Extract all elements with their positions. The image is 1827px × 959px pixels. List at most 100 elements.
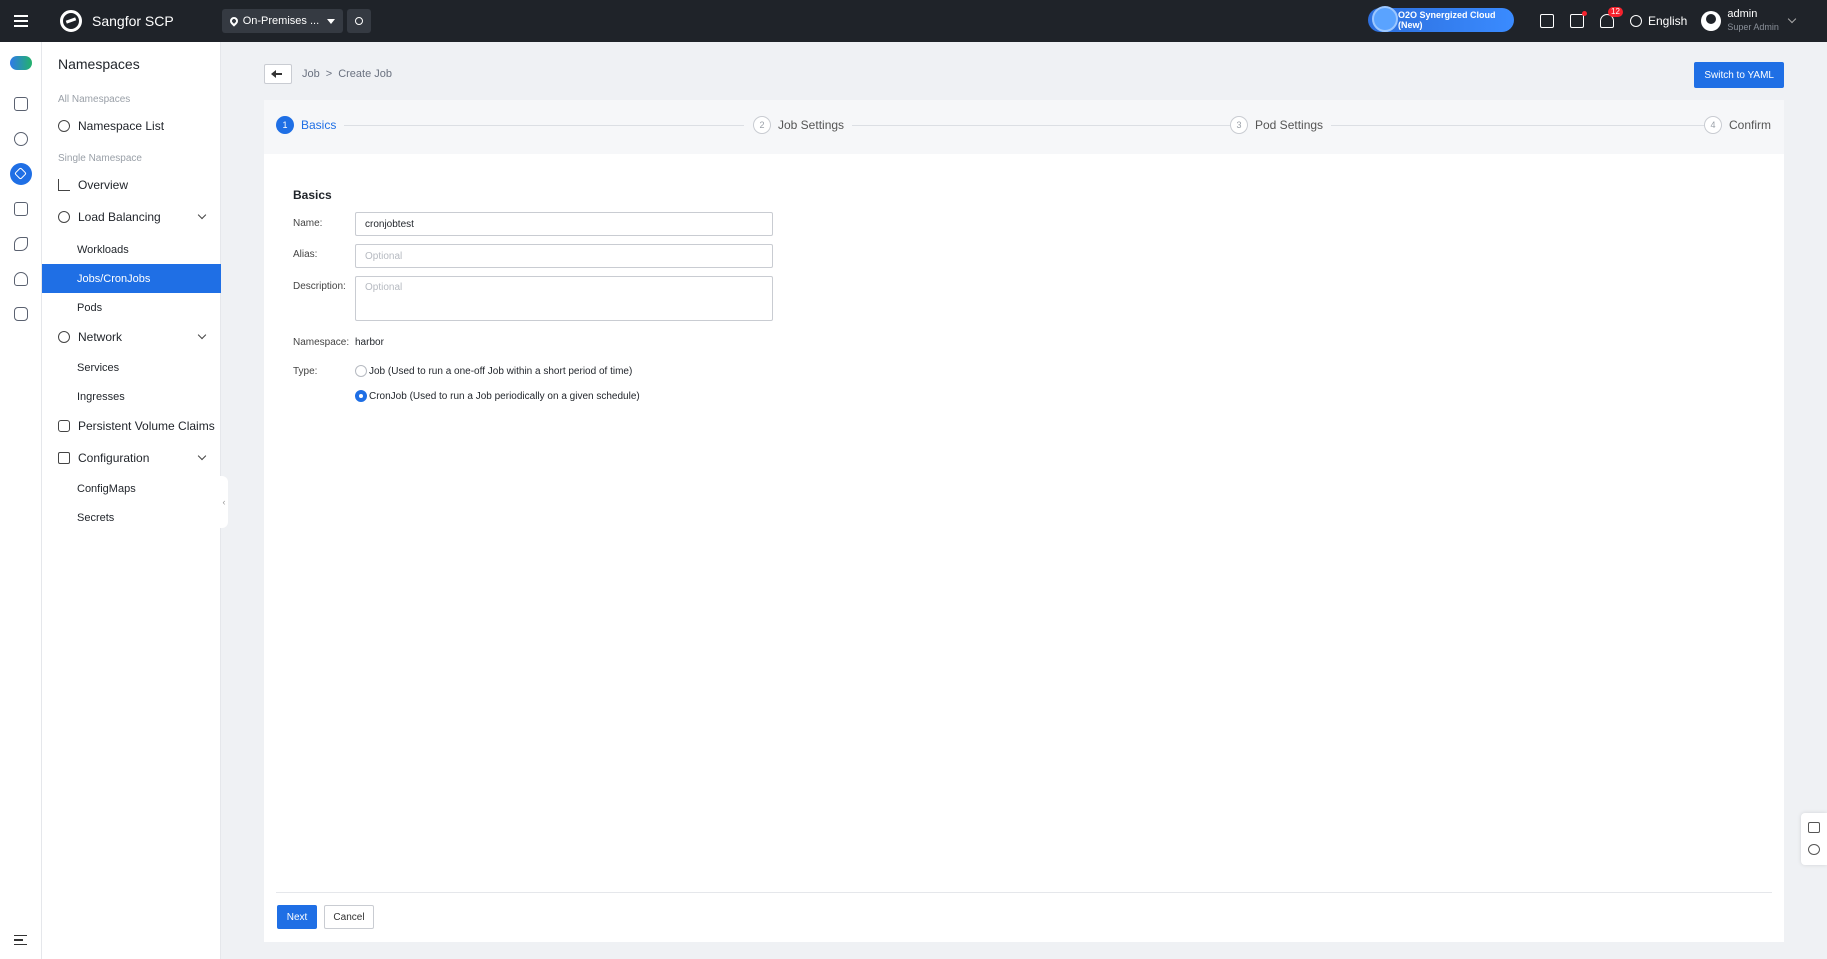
sidebar-item-label: Network (78, 330, 123, 344)
type-option-cronjob[interactable]: CronJob (Used to run a Job periodically … (355, 390, 640, 402)
o2o-promo-button[interactable]: O2O Synergized Cloud (New) (1368, 6, 1514, 32)
user-icon[interactable] (14, 272, 28, 286)
step-confirm: 4 Confirm (1704, 116, 1780, 134)
step-connector (344, 125, 744, 126)
menu-icon[interactable] (0, 0, 42, 42)
language-label: English (1648, 14, 1688, 28)
language-select[interactable]: English (1630, 14, 1687, 28)
document-icon[interactable] (1808, 822, 1820, 833)
sidebar-item-network[interactable]: Network (42, 323, 221, 351)
switch-to-yaml-button[interactable]: Switch to YAML (1694, 62, 1784, 88)
step-label: Pod Settings (1255, 118, 1324, 132)
sidebar-item-label: Namespace List (78, 119, 165, 133)
sidebar-item-label: Persistent Volume Claims (78, 419, 215, 433)
description-field[interactable]: Optional (355, 276, 773, 321)
step-number: 4 (1704, 116, 1722, 134)
brand[interactable]: Sangfor SCP (60, 10, 174, 32)
form-card: Basics Name: cronjobtest Alias: Optional… (264, 154, 1784, 942)
breadcrumb-separator: > (325, 68, 333, 80)
name-field[interactable]: cronjobtest (355, 212, 773, 236)
step-connector (844, 125, 1244, 126)
name-label: Name: (293, 218, 323, 229)
section-title: Basics (293, 188, 332, 202)
sidebar: Namespaces All Namespaces Namespace List… (42, 42, 221, 959)
step-number: 2 (753, 116, 771, 134)
environment-label: On-Premises ... (242, 15, 320, 27)
step-pod-settings: 3 Pod Settings (1230, 116, 1332, 134)
sidebar-item-jobs-cronjobs[interactable]: Jobs/CronJobs (42, 264, 221, 293)
database-icon (58, 420, 70, 432)
namespace-icon (58, 120, 70, 132)
radio-label: Job (Used to run a one-off Job within a … (369, 365, 633, 377)
user-menu[interactable]: admin Super Admin (1701, 8, 1797, 34)
sidebar-item-pods[interactable]: Pods (42, 293, 221, 322)
step-label: Basics (301, 118, 337, 132)
floating-toolbar (1801, 813, 1827, 865)
headset-icon[interactable] (1808, 844, 1820, 855)
monitor-icon[interactable] (14, 97, 28, 111)
sidebar-item-label: Overview (78, 178, 129, 192)
next-button[interactable]: Next (277, 905, 317, 929)
radio-unchecked[interactable] (355, 365, 367, 377)
search-icon (355, 17, 364, 25)
cloud-icon[interactable] (10, 56, 32, 70)
sidebar-group-all: All Namespaces (58, 94, 131, 105)
search-button[interactable] (347, 9, 372, 33)
sidebar-item-workloads[interactable]: Workloads (42, 235, 221, 264)
load-balancing-icon (58, 211, 70, 223)
namespace-value: harbor (355, 337, 384, 348)
sidebar-item-overview[interactable]: Overview (42, 171, 221, 199)
step-number: 3 (1230, 116, 1248, 134)
wizard-steps: 1 Basics 2 Job Settings 3 Pod Settings 4… (264, 100, 1784, 154)
alias-field[interactable]: Optional (355, 244, 773, 268)
globe-icon (1630, 15, 1642, 27)
sidebar-item-label: Configuration (78, 451, 150, 465)
alarm-icon[interactable] (1570, 11, 1587, 28)
type-option-job[interactable]: Job (Used to run a one-off Job within a … (355, 365, 632, 377)
step-basics: 1 Basics (276, 116, 345, 134)
environment-select[interactable]: On-Premises ... (221, 9, 344, 33)
type-label: Type: (293, 366, 318, 377)
chevron-down-icon (1787, 14, 1797, 24)
sidebar-item-label: Load Balancing (78, 210, 161, 224)
settings-icon[interactable] (14, 307, 28, 321)
sidebar-item-namespace-list[interactable]: Namespace List (42, 112, 221, 140)
namespace-label: Namespace: (293, 337, 350, 348)
radio-checked[interactable] (355, 390, 367, 402)
radio-label: CronJob (Used to run a Job periodically … (369, 390, 640, 402)
step-label: Confirm (1729, 118, 1772, 132)
back-button[interactable] (264, 64, 292, 84)
caret-down-icon (327, 18, 336, 24)
kubernetes-icon[interactable] (10, 163, 32, 185)
notification-badge: 12 (1608, 7, 1623, 17)
sidebar-item-configmaps[interactable]: ConfigMaps (42, 474, 221, 503)
sidebar-item-services[interactable]: Services (42, 353, 221, 382)
cluster-icon[interactable] (14, 132, 28, 146)
config-icon (58, 452, 70, 464)
wrench-icon[interactable] (14, 237, 28, 251)
footer-divider (276, 892, 1772, 893)
breadcrumb-current: Create Job (338, 68, 392, 80)
cancel-button[interactable]: Cancel (324, 905, 374, 929)
icon-rail (0, 42, 42, 959)
arrow-left-icon (271, 70, 282, 78)
main-content: Job > Create Job Switch to YAML 1 Basics 2… (264, 56, 1784, 942)
home-icon[interactable] (14, 202, 28, 216)
user-role: Super Admin (1727, 22, 1779, 32)
breadcrumb-job-link[interactable]: Job (302, 68, 320, 80)
sidebar-item-ingresses[interactable]: Ingresses (42, 382, 221, 411)
avatar (1701, 11, 1722, 31)
step-job-settings: 2 Job Settings (753, 116, 853, 134)
sidebar-item-configuration[interactable]: Configuration (42, 444, 221, 472)
sangfor-logo-icon (60, 10, 82, 32)
sidebar-item-pvc[interactable]: Persistent Volume Claims (42, 412, 221, 440)
sidebar-title: Namespaces (58, 56, 140, 72)
step-connector (1324, 125, 1724, 126)
sidebar-item-load-balancing[interactable]: Load Balancing (42, 203, 221, 231)
sidebar-collapse-handle[interactable]: ‹ (220, 476, 228, 528)
collapse-menu-icon[interactable] (14, 935, 27, 945)
bar-chart-icon (58, 179, 70, 191)
bell-icon[interactable]: 12 (1600, 7, 1623, 28)
task-list-icon[interactable] (1540, 14, 1554, 28)
sidebar-item-secrets[interactable]: Secrets (42, 503, 221, 532)
